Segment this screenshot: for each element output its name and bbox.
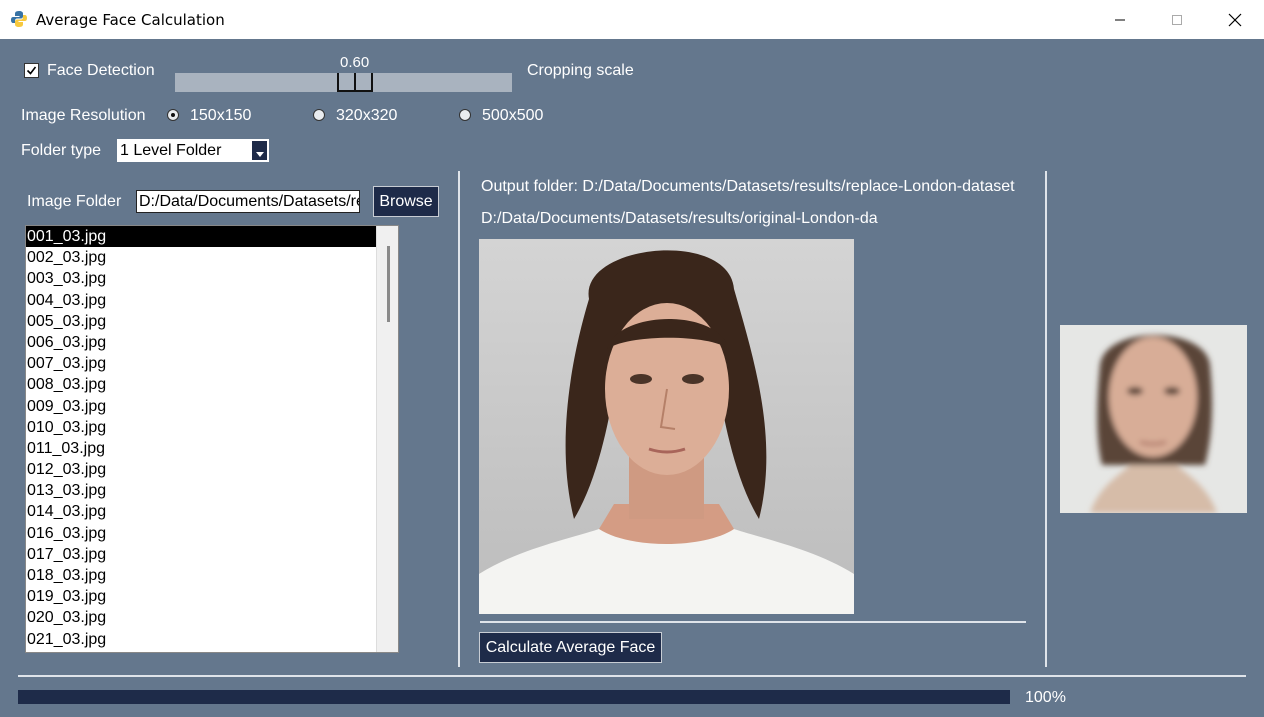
resolution-320-label: 320x320 [336,107,398,124]
maximize-button[interactable] [1148,0,1206,39]
maximize-icon [1172,14,1182,25]
resolution-500-radio[interactable] [459,109,471,121]
window-title: Average Face Calculation [36,11,225,29]
list-item[interactable]: 013_03.jpg [26,480,398,501]
list-item[interactable]: 019_03.jpg [26,586,398,607]
calculate-average-face-button[interactable]: Calculate Average Face [479,632,662,663]
divider-bottom [18,675,1246,677]
list-scrollbar[interactable] [376,226,398,652]
title-bar: Average Face Calculation [0,0,1264,39]
close-button[interactable] [1206,0,1264,39]
progress-bar-fill [18,690,1010,704]
list-item[interactable]: 012_03.jpg [26,459,398,480]
cropping-scale-value: 0.60 [340,54,370,71]
list-item[interactable]: 011_03.jpg [26,438,398,459]
list-item[interactable]: 007_03.jpg [26,353,398,374]
close-icon [1228,13,1242,26]
minimize-icon [1115,19,1125,20]
folder-type-select[interactable]: 1 Level Folder [117,139,269,162]
file-listbox[interactable]: 001_03.jpg 002_03.jpg 003_03.jpg 004_03.jpg… [25,225,399,653]
python-icon [11,11,27,27]
list-item[interactable]: 003_03.jpg [26,268,398,289]
list-item[interactable]: 014_03.jpg [26,501,398,522]
cropping-scale-slider-thumb[interactable] [337,73,373,92]
resolution-150-radio[interactable] [167,109,179,121]
list-item[interactable]: 017_03.jpg [26,544,398,565]
chevron-down-icon[interactable] [252,141,267,160]
file-list: 001_03.jpg 002_03.jpg 003_03.jpg 004_03.jpg… [26,226,398,650]
output-folder-label: Output folder: D:/Data/Documents/Dataset… [481,178,1015,195]
progress-percent: 100% [1025,689,1066,706]
face-preview-image [479,239,854,614]
list-item[interactable]: 001_03.jpg [26,226,377,248]
resolution-150-label: 150x150 [190,107,252,124]
folder-type-value: 1 Level Folder [120,142,222,159]
divider-right [1045,171,1047,667]
folder-type-label: Folder type [21,142,102,159]
list-item[interactable]: 002_03.jpg [26,247,398,268]
image-folder-label: Image Folder [27,193,122,210]
list-item[interactable]: 008_03.jpg [26,374,398,395]
resolution-500-label: 500x500 [482,107,544,124]
resolution-320-radio[interactable] [313,109,325,121]
list-item[interactable]: 020_03.jpg [26,607,398,628]
list-item[interactable]: 004_03.jpg [26,290,398,311]
face-detection-checkbox[interactable] [24,63,39,78]
list-item[interactable]: 006_03.jpg [26,332,398,353]
list-item[interactable]: 009_03.jpg [26,396,398,417]
face-detection-label: Face Detection [47,62,155,79]
cropping-scale-label: Cropping scale [527,62,634,79]
progress-bar [18,690,1010,704]
average-face-image [1060,325,1247,513]
image-resolution-label: Image Resolution [21,107,146,124]
minimize-button[interactable] [1091,0,1149,39]
list-item[interactable]: 005_03.jpg [26,311,398,332]
list-item[interactable]: 018_03.jpg [26,565,398,586]
image-folder-input[interactable]: D:/Data/Documents/Datasets/re [136,190,360,213]
list-item[interactable]: 016_03.jpg [26,523,398,544]
checkmark-icon [26,66,37,75]
browse-button[interactable]: Browse [373,186,439,217]
scrollbar-thumb[interactable] [387,246,390,322]
divider-left [458,171,460,667]
divider-center [480,621,1026,623]
output-path-label: D:/Data/Documents/Datasets/results/origi… [481,210,878,227]
list-item[interactable]: 021_03.jpg [26,629,398,650]
list-item[interactable]: 010_03.jpg [26,417,398,438]
